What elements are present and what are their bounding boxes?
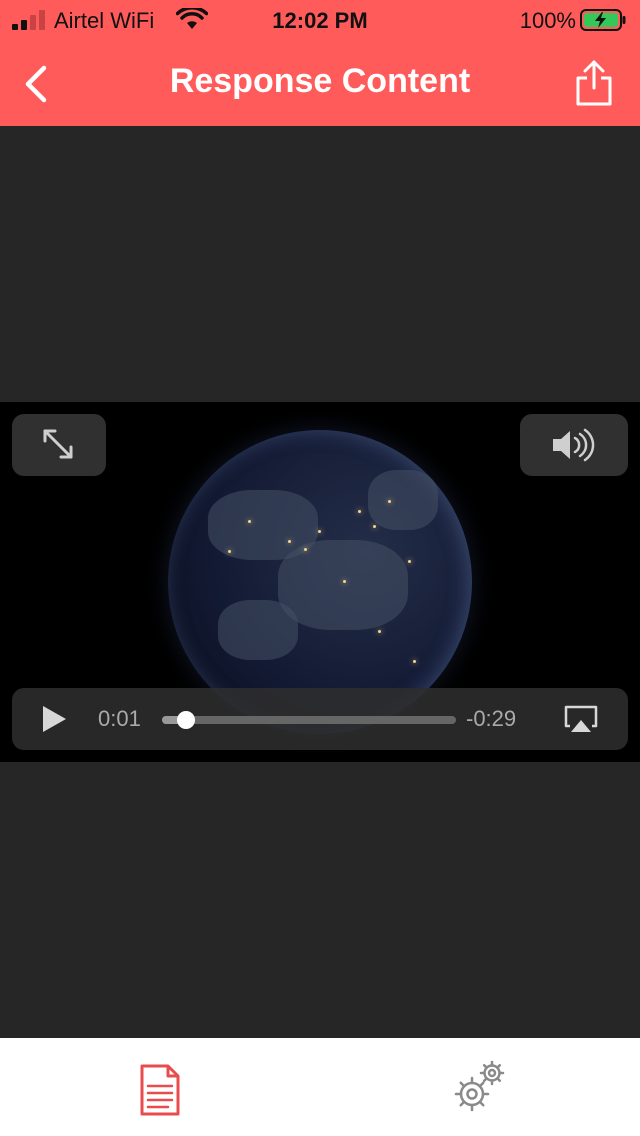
- document-icon: [140, 1064, 180, 1116]
- remaining-time: -0:29: [466, 706, 517, 731]
- play-button[interactable]: [40, 704, 68, 734]
- fullscreen-button[interactable]: [12, 414, 106, 476]
- status-bar: Airtel WiFi 12:02 PM 100%: [0, 0, 640, 40]
- gears-icon: [454, 1060, 505, 1112]
- header-bar: Airtel WiFi 12:02 PM 100% Response Conte…: [0, 0, 640, 126]
- volume-button[interactable]: [520, 414, 628, 476]
- expand-arrows-icon: [43, 429, 73, 459]
- video-player[interactable]: 0:01 -0:29: [0, 402, 640, 762]
- airplay-button[interactable]: [564, 704, 598, 734]
- scrubber-knob[interactable]: [176, 711, 195, 729]
- scrubber-track[interactable]: [162, 711, 456, 729]
- playback-controls: 0:01 -0:29: [12, 688, 628, 750]
- battery-percent: 100%: [519, 8, 576, 33]
- tab-settings[interactable]: [452, 1058, 508, 1114]
- tab-bar: [0, 1038, 640, 1136]
- page-title: Response Content: [169, 62, 471, 100]
- battery-icon: [580, 9, 626, 31]
- tab-response-document[interactable]: [132, 1062, 188, 1118]
- speaker-icon: [553, 428, 595, 462]
- elapsed-time: 0:01: [98, 706, 141, 731]
- share-button[interactable]: [572, 58, 616, 108]
